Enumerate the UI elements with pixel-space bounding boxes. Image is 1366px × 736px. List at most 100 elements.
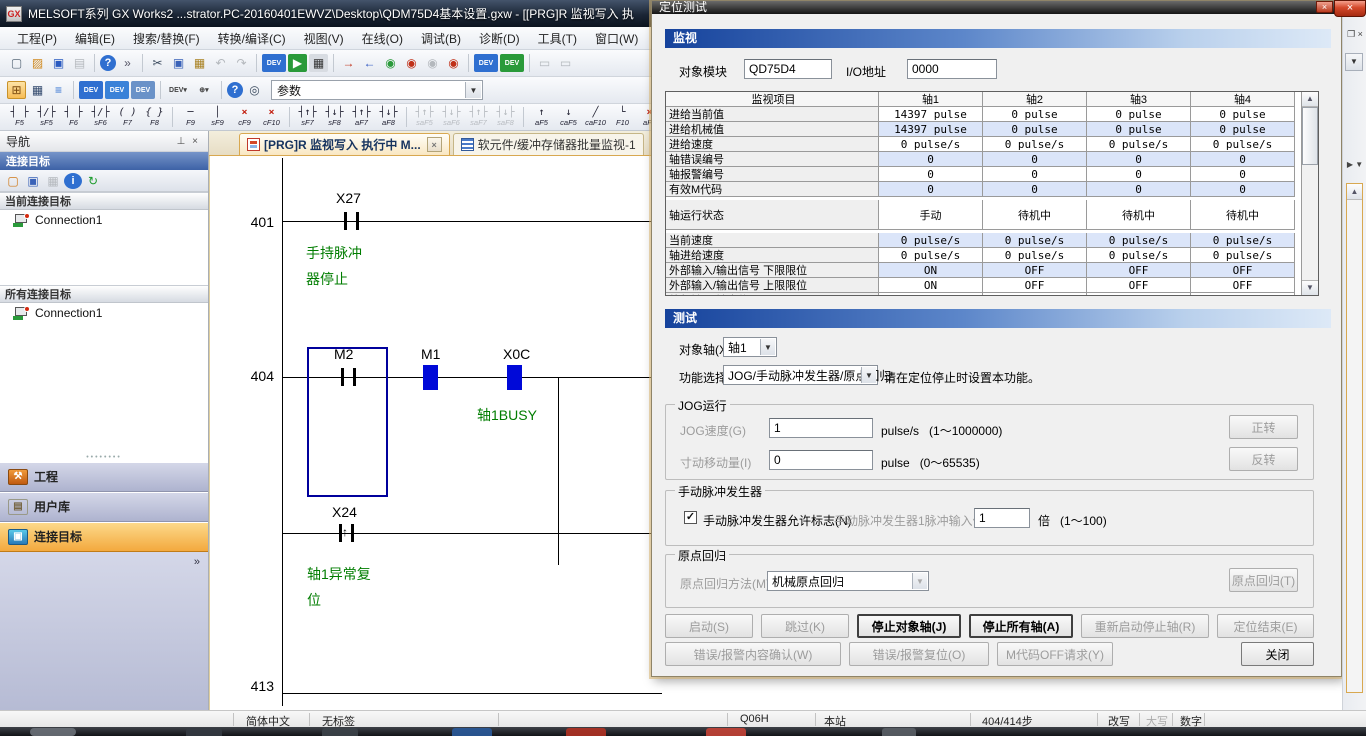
device-memory-icon[interactable]: DEV xyxy=(105,81,129,99)
device-label-m1[interactable]: M1 xyxy=(421,346,440,362)
stop-target-axis-button[interactable]: 停止对象轴(J) xyxy=(857,614,961,638)
ladder-symbol-button[interactable]: × cF9 xyxy=(232,105,257,129)
sidebar-tab-user-library[interactable]: ▤ 用户库 xyxy=(0,492,208,522)
device-label-x27[interactable]: X27 xyxy=(336,190,361,206)
splitter-grip[interactable]: •••••••• xyxy=(0,454,208,462)
ladder-symbol-button[interactable] xyxy=(172,107,173,127)
cut-icon[interactable]: ✂ xyxy=(148,54,167,72)
chevron-down-icon[interactable]: ▼ xyxy=(465,82,481,98)
ladder-symbol-button[interactable]: ┤↑├ aF7 xyxy=(349,105,374,129)
contact-m2[interactable] xyxy=(341,368,344,386)
ladder-comment[interactable]: 轴1异常复位 xyxy=(307,561,371,613)
scroll-down-icon[interactable]: ▼ xyxy=(1302,280,1318,295)
sep[interactable] xyxy=(333,54,334,72)
help2-icon[interactable]: ? xyxy=(227,82,243,98)
tab-buffer-batch-monitor[interactable]: 软元件/缓冲存储器批量监视-1 xyxy=(453,133,644,155)
save-project-icon[interactable]: ▣ xyxy=(49,54,68,72)
monitor-red-icon[interactable]: ◉ xyxy=(444,54,463,72)
device-label-m2[interactable]: M2 xyxy=(334,346,353,362)
scroll-up-icon[interactable]: ▲ xyxy=(1302,92,1318,107)
ladder-symbol-button[interactable] xyxy=(523,107,524,127)
tab-program-monitor[interactable]: [PRG]R 监视写入 执行中 M... × xyxy=(239,133,450,155)
scrollbar-thumb[interactable] xyxy=(1302,107,1318,165)
scroll-up-icon[interactable]: ▲ xyxy=(1347,184,1362,200)
parameter-combo[interactable]: 参数 ▼ xyxy=(271,80,483,100)
contact-x27[interactable] xyxy=(344,212,347,230)
device-label-x24[interactable]: X24 xyxy=(332,504,357,520)
ladder-symbol-button[interactable]: ┤ ├ F6 xyxy=(61,105,86,129)
ladder-symbol-button[interactable]: × cF10 xyxy=(259,105,284,129)
overflow-chevron-icon[interactable]: » xyxy=(118,54,137,72)
menu-item[interactable]: 在线(O) xyxy=(353,27,412,50)
info-icon[interactable]: i xyxy=(64,173,82,189)
taskbar-icon[interactable] xyxy=(882,728,916,736)
menu-item[interactable]: 调试(B) xyxy=(412,27,470,50)
mdi-window-controls[interactable]: ❐ × xyxy=(1343,29,1366,40)
vertical-scrollbar[interactable]: ▲ xyxy=(1346,183,1363,693)
close-icon[interactable]: × xyxy=(188,136,202,147)
print-icon[interactable]: ▤ xyxy=(70,54,89,72)
device-table-icon[interactable]: DEV xyxy=(131,81,155,99)
device-on-icon[interactable]: DEV xyxy=(474,54,498,72)
dialog-close-button[interactable]: × xyxy=(1316,1,1333,13)
refresh-icon[interactable]: ↻ xyxy=(84,172,102,190)
connection-item[interactable]: Connection1 xyxy=(0,303,208,323)
ladder-symbol-button[interactable]: ┤/├ sF6 xyxy=(88,105,113,129)
taskbar[interactable] xyxy=(0,727,1366,736)
navigation-toggle-icon[interactable]: ⊞ xyxy=(7,81,26,99)
ladder-symbol-button[interactable]: ( ) F7 xyxy=(115,105,140,129)
menu-item[interactable]: 诊断(D) xyxy=(470,27,529,50)
monitor-stop-icon[interactable]: ◉ xyxy=(402,54,421,72)
taskbar-icon[interactable] xyxy=(30,728,76,736)
toolbar-overflow-icon[interactable]: ▶ ▼ xyxy=(1343,160,1366,169)
ladder-symbol-button[interactable]: { } F8 xyxy=(142,105,167,129)
sep[interactable] xyxy=(73,81,74,99)
mpg-enable-checkbox[interactable]: ✓ xyxy=(684,511,697,524)
function-select[interactable]: JOG/手动脉冲发生器/原点回归 ▼ xyxy=(723,365,878,385)
pin-icon[interactable]: ⊥ xyxy=(174,136,188,147)
ladder-symbol-button[interactable]: ┤↑├ sF7 xyxy=(295,105,320,129)
taskbar-icon[interactable] xyxy=(452,728,492,736)
ladder-symbol-button[interactable]: ↓ caF5 xyxy=(556,105,581,129)
ladder-symbol-button[interactable]: ╱ caF10 xyxy=(583,105,608,129)
ladder-comment[interactable]: 手持脉冲器停止 xyxy=(306,240,362,292)
ladder-symbol-button[interactable]: ┤↑├ saF5 xyxy=(412,105,437,129)
menu-item[interactable]: 视图(V) xyxy=(295,27,353,50)
sep[interactable] xyxy=(529,54,530,72)
menu-item[interactable]: 编辑(E) xyxy=(66,27,124,50)
undo-icon[interactable]: ↶ xyxy=(211,54,230,72)
device-off-icon[interactable]: DEV xyxy=(500,54,524,72)
help-icon[interactable]: ? xyxy=(100,55,116,71)
taskbar-icon[interactable] xyxy=(566,728,606,736)
chevron-down-icon[interactable]: ▼ xyxy=(1345,53,1363,71)
device-comment-icon[interactable]: DEV xyxy=(79,81,103,99)
device-label-x0c[interactable]: X0C xyxy=(503,346,530,362)
sep[interactable] xyxy=(256,54,257,72)
ladder-symbol-button[interactable]: ┤/├ sF5 xyxy=(34,105,59,129)
paste-icon[interactable]: ▦ xyxy=(190,54,209,72)
menu-item[interactable]: 工具(T) xyxy=(529,27,586,50)
window-close-button[interactable]: × xyxy=(1334,0,1366,17)
ladder-symbol-button[interactable]: ─ F9 xyxy=(178,105,203,129)
menu-item[interactable]: 搜索/替换(F) xyxy=(124,27,209,50)
zoom-select-icon[interactable]: ⊕▾ xyxy=(192,81,216,99)
program-list-icon[interactable]: ≡ xyxy=(49,81,68,99)
taskbar-icon[interactable] xyxy=(186,728,222,736)
contact-m1-energized[interactable] xyxy=(423,365,438,390)
stop-all-axes-button[interactable]: 停止所有轴(A) xyxy=(969,614,1073,638)
ladder-symbol-button[interactable]: ┤↓├ aF8 xyxy=(376,105,401,129)
gray-tool-icon[interactable]: ▭ xyxy=(535,54,554,72)
sep[interactable] xyxy=(94,54,95,72)
chevron-down-icon[interactable]: ▼ xyxy=(861,367,876,383)
monitor-mode-icon[interactable]: ◉ xyxy=(381,54,400,72)
target-axis-select[interactable]: 轴1 ▼ xyxy=(723,337,777,357)
copy-icon[interactable]: ▣ xyxy=(169,54,188,72)
sidebar-overflow-chevron[interactable]: » xyxy=(194,556,200,568)
find-icon[interactable]: ◎ xyxy=(245,81,264,99)
open-project-icon[interactable]: ▨ xyxy=(28,54,47,72)
chevron-down-icon[interactable]: ▼ xyxy=(760,339,775,355)
ladder-symbol-button[interactable]: ┤↓├ saF6 xyxy=(439,105,464,129)
ladder-symbol-button[interactable]: ┤↓├ sF8 xyxy=(322,105,347,129)
io-address-field[interactable]: 0000 xyxy=(907,59,997,79)
table-scrollbar[interactable]: ▲ ▼ xyxy=(1301,92,1318,295)
